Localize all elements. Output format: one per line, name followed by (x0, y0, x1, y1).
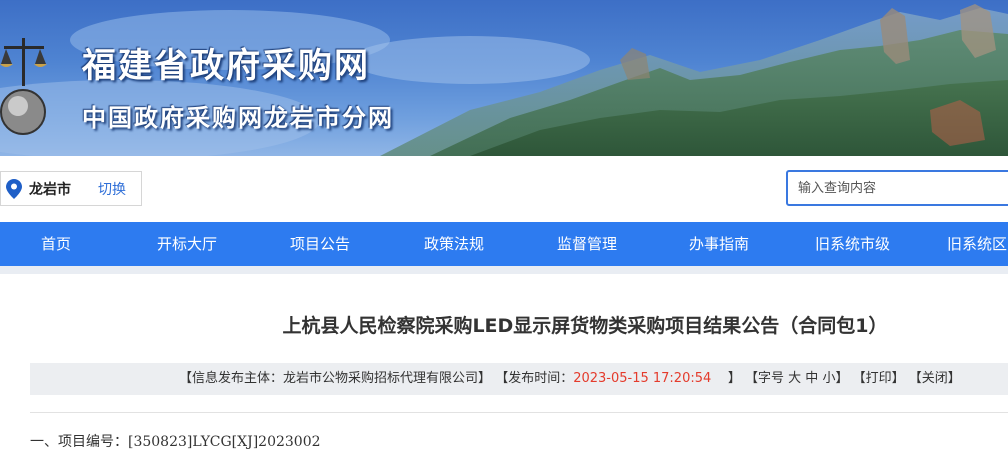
publisher-prefix: 【信息发布主体： (179, 371, 284, 386)
publish-time-suffix: 】 (727, 371, 741, 386)
site-title: 福建省政府采购网 (82, 46, 370, 86)
nav-item-policies[interactable]: 政策法规 (424, 222, 484, 266)
nav-divider-strip (0, 266, 1008, 274)
content-divider (30, 412, 1008, 413)
close-link[interactable]: 【关闭】 (909, 371, 961, 386)
current-city: 龙岩市 (29, 181, 71, 198)
font-size-large-link[interactable]: 大 (788, 371, 801, 386)
nav-item-supervision[interactable]: 监督管理 (557, 222, 617, 266)
publish-time-prefix: 【发布时间： (495, 371, 574, 386)
location-pin-icon (6, 178, 22, 199)
publisher-suffix: 】 (478, 371, 492, 386)
print-link[interactable]: 【打印】 (853, 371, 905, 386)
font-size-medium-link[interactable]: 中 (805, 371, 818, 386)
font-size-prefix: 【字号 (744, 371, 784, 386)
header-banner: 福建省政府采购网 中国政府采购网龙岩市分网 (0, 0, 1008, 156)
main-nav: 首页 开标大厅 项目公告 政策法规 监督管理 办事指南 旧系统市级 旧系统区 (0, 222, 1008, 266)
location-selector: 龙岩市 切换 (0, 171, 142, 206)
scales-of-justice-logo (0, 38, 47, 135)
switch-city-link[interactable]: 切换 (98, 179, 126, 199)
article-meta-bar: 【信息发布主体：龙岩市公物采购招标代理有限公司】 【发布时间：2023-05-1… (30, 363, 1008, 395)
nav-item-old-district[interactable]: 旧系统区 (947, 222, 1007, 266)
search-input[interactable] (786, 170, 1008, 206)
nav-item-old-city[interactable]: 旧系统市级 (815, 222, 890, 266)
publisher-name: 龙岩市公物采购招标代理有限公司 (283, 371, 479, 386)
font-size-small-link[interactable]: 小 (822, 371, 835, 386)
font-size-suffix: 】 (835, 371, 849, 386)
nav-item-announcements[interactable]: 项目公告 (290, 222, 350, 266)
article-title: 上杭县人民检察院采购LED显示屏货物类采购项目结果公告（合同包1） (282, 315, 888, 337)
site-subtitle: 中国政府采购网龙岩市分网 (82, 104, 394, 132)
nav-item-bid-hall[interactable]: 开标大厅 (157, 222, 217, 266)
nav-item-home[interactable]: 首页 (41, 222, 71, 266)
project-number-heading: 一、项目编号：[350823]LYCG[XJ]2023002 (30, 434, 321, 450)
publish-time: 2023-05-15 17:20:54 (573, 371, 712, 386)
nav-item-guide[interactable]: 办事指南 (689, 222, 749, 266)
